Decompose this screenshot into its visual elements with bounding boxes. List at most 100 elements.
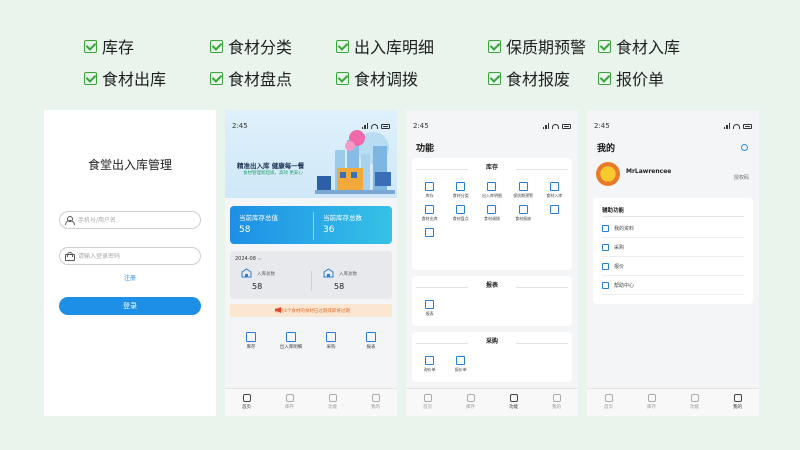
function-item[interactable]: 食材报废 [508, 205, 539, 222]
home-banner: 2:45 精准出入库 健康每一餐 食材管理新超级，高效 更安心 [225, 110, 397, 198]
warehouse-icon [425, 182, 435, 191]
tab-inventory[interactable]: 库存 [268, 389, 311, 416]
section-inventory: 库存 库存 食材分类 出入库明细 保质期预警 食材入库 食材出库 食材盘点 食材… [412, 158, 572, 270]
function-item[interactable]: 询价单 [414, 356, 445, 373]
register-link[interactable]: 注册 [44, 273, 216, 282]
in-summary: 入库总数 58 [230, 267, 310, 297]
username-field[interactable] [59, 211, 201, 229]
category-icon [456, 182, 466, 191]
tab-inventory[interactable]: 库存 [449, 389, 492, 416]
username-input[interactable] [78, 216, 188, 224]
avatar[interactable] [596, 162, 620, 186]
checkbox-icon [210, 71, 223, 85]
tab-home[interactable]: 首页 [587, 389, 630, 416]
shortcut-purchase[interactable]: 采购 [312, 332, 350, 350]
transfer-icon [487, 205, 497, 214]
month-selector[interactable]: 2024-08 ⌵ [235, 256, 261, 262]
function-item[interactable]: 出入库明细 [476, 182, 507, 199]
home-icon [242, 394, 251, 402]
tab-mine[interactable]: 我的 [354, 389, 397, 416]
tab-functions[interactable]: 功能 [673, 389, 716, 416]
tab-bar: 首页 库存 功能 我的 [225, 388, 397, 416]
wifi-icon [552, 123, 559, 129]
signal-icon [723, 123, 730, 129]
function-item[interactable]: 报表 [414, 300, 445, 317]
tab-mine[interactable]: 我的 [535, 389, 578, 416]
tab-mine[interactable]: 我的 [716, 389, 759, 416]
grid-icon [690, 394, 699, 402]
feature-checklist: 库存 食材分类 出入库明细 保质期预警 食材入库 食材出库 食材盘点 食材调拨 … [84, 36, 744, 89]
password-field[interactable] [59, 247, 201, 265]
menu-item-quote[interactable]: 报价 [602, 257, 744, 276]
password-input[interactable] [78, 252, 188, 260]
tab-bar: 首页 库存 功能 我的 [587, 388, 759, 416]
profile-icon [602, 224, 609, 232]
checkbox-icon [84, 39, 97, 53]
page-title: 我的 [597, 144, 616, 154]
feature-item: 食材入库 [598, 36, 718, 57]
section-purchase: 采购 询价单 报价单 [412, 332, 572, 382]
signal-icon [361, 123, 368, 129]
status-bar: 2:45 [232, 122, 390, 132]
function-item[interactable]: 食材盘点 [445, 205, 476, 222]
grid-icon [328, 394, 337, 402]
report-icon [425, 300, 435, 309]
checkbox-icon [598, 39, 611, 53]
home-icon [604, 394, 613, 402]
document-icon [487, 182, 497, 191]
cart-icon [602, 243, 609, 251]
profile-header: MrLawrencee 授权码 [587, 160, 759, 192]
function-item[interactable]: 食材入库 [539, 182, 570, 199]
auth-code-link[interactable]: 授权码 [734, 174, 749, 181]
expiry-warning[interactable]: 你有4个食材的食材已过期或即将过期 [230, 304, 392, 317]
function-item[interactable]: 食材调拨 [476, 205, 507, 222]
inquiry-icon [425, 356, 435, 365]
stock-out-icon [425, 205, 435, 214]
menu-item-purchase[interactable]: 采购 [602, 238, 744, 257]
section-report: 报表 报表 [412, 276, 572, 326]
functions-screen: 2:45 功能 库存 库存 食材分类 出入库明细 保质期预警 食材入库 食材出库… [406, 110, 578, 416]
warehouse-icon [285, 394, 294, 402]
banner-title: 精准出入库 健康每一餐 [237, 162, 305, 170]
feature-item: 食材出库 [84, 68, 210, 89]
wifi-icon [733, 123, 740, 129]
user-icon [371, 394, 380, 402]
home-icon [423, 394, 432, 402]
function-item[interactable]: 保质期预警 [508, 182, 539, 199]
function-item[interactable] [539, 205, 570, 222]
login-button[interactable]: 登录 [59, 297, 201, 315]
scrap-icon [518, 205, 528, 214]
gear-icon[interactable] [741, 144, 748, 151]
function-item[interactable]: 库存 [414, 182, 445, 199]
tab-home[interactable]: 首页 [225, 389, 268, 416]
checkbox-icon [210, 39, 223, 53]
battery-icon [743, 123, 752, 129]
tab-functions[interactable]: 功能 [311, 389, 354, 416]
tab-inventory[interactable]: 库存 [630, 389, 673, 416]
tab-functions[interactable]: 功能 [492, 389, 535, 416]
stock-count-label: 当前库存总数 [323, 214, 362, 222]
feature-item: 库存 [84, 36, 210, 57]
user-icon [65, 215, 75, 225]
function-item[interactable] [414, 228, 445, 239]
status-bar: 2:45 [594, 122, 752, 132]
function-item[interactable]: 食材出库 [414, 205, 445, 222]
shortcut-io-detail[interactable]: 出入库明细 [272, 332, 310, 350]
grid-icon [509, 394, 518, 402]
menu-item-profile[interactable]: 我的资料 [602, 219, 744, 238]
username: MrLawrencee [626, 168, 672, 175]
feature-item: 食材调拨 [336, 68, 488, 89]
tab-home[interactable]: 首页 [406, 389, 449, 416]
calendar-alert-icon [518, 182, 528, 191]
function-item[interactable]: 报价单 [445, 356, 476, 373]
menu-item-help[interactable]: 帮助中心 [602, 276, 744, 295]
warehouse-icon [246, 332, 256, 342]
checkbox-icon [598, 71, 611, 85]
warehouse-icon [549, 205, 559, 214]
warehouse-icon [647, 394, 656, 402]
shortcut-report[interactable]: 报表 [352, 332, 390, 350]
shortcut-inventory[interactable]: 库存 [232, 332, 270, 350]
banner-subtitle: 食材管理新超级，高效 更安心 [243, 171, 303, 176]
home-shortcuts: 库存 出入库明细 采购 报表 [225, 332, 397, 350]
function-item[interactable]: 食材分类 [445, 182, 476, 199]
